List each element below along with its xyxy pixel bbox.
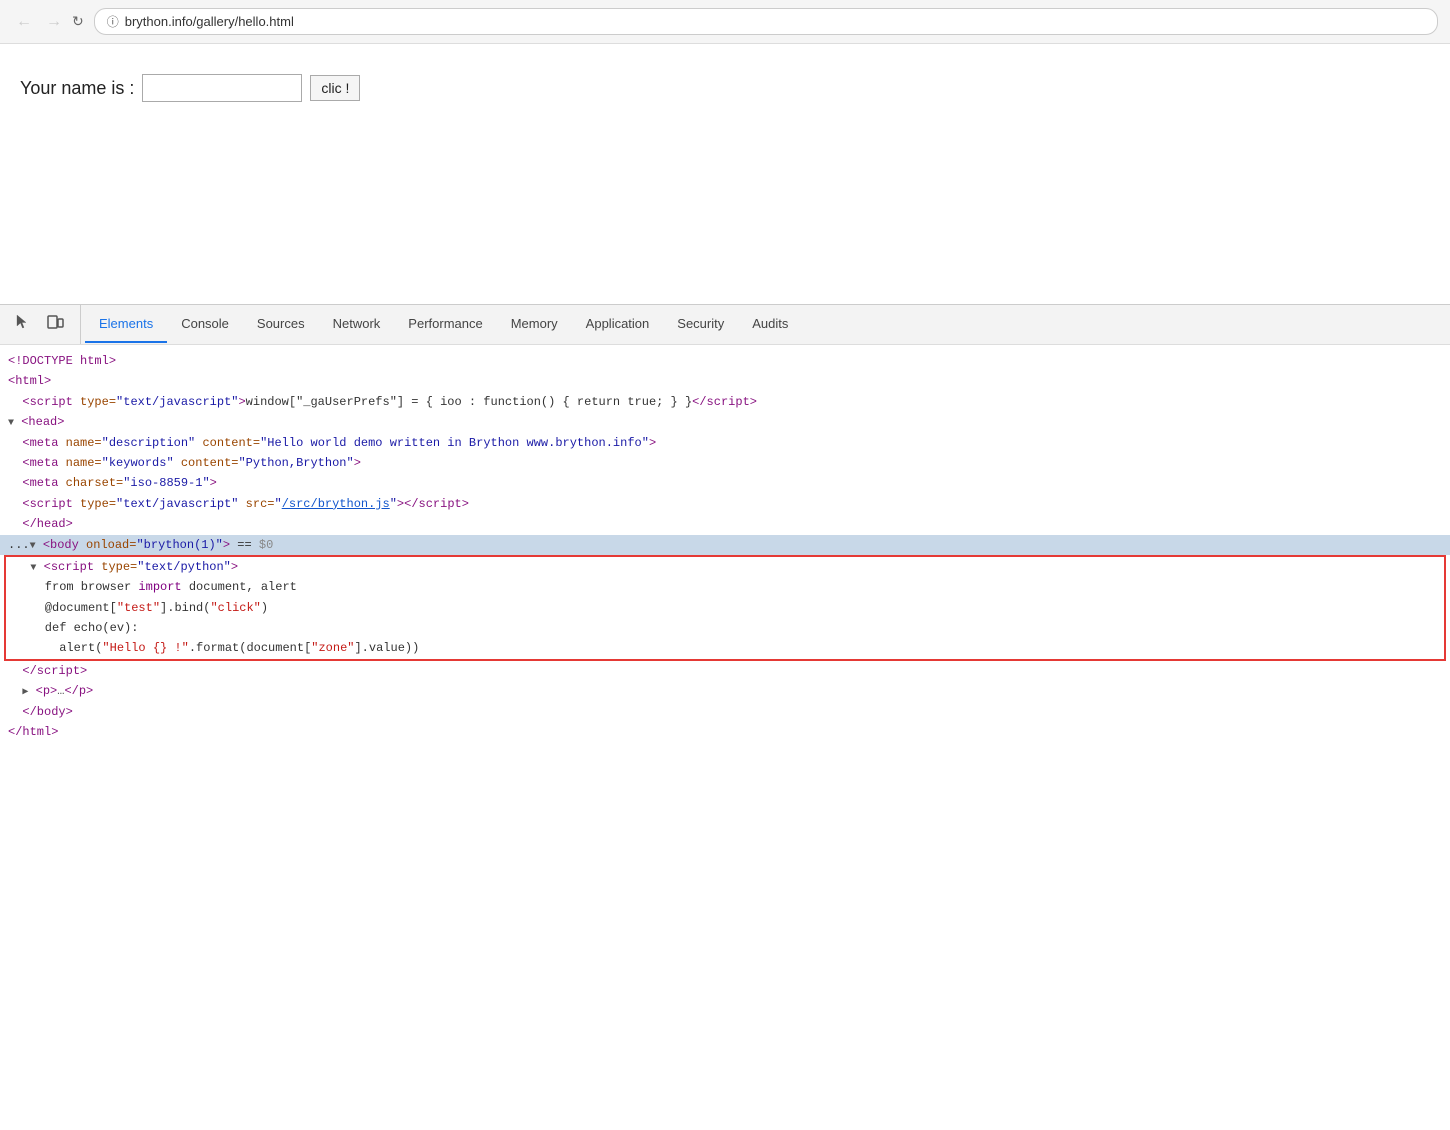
tab-console[interactable]: Console bbox=[167, 306, 243, 343]
url-domain: brython.info bbox=[125, 14, 193, 29]
code-line-meta2: <meta name="keywords" content="Python,Br… bbox=[0, 453, 1450, 473]
code-line-p: ▶ <p>…</p> bbox=[0, 681, 1450, 701]
tab-sources[interactable]: Sources bbox=[243, 306, 319, 343]
browser-chrome: ← → ↻ ⓘ brython.info/gallery/hello.html bbox=[0, 0, 1450, 44]
secure-icon: ⓘ bbox=[107, 13, 119, 30]
url-path: /gallery/hello.html bbox=[193, 14, 294, 29]
forward-button[interactable]: → bbox=[42, 11, 66, 33]
code-line-meta1: <meta name="description" content="Hello … bbox=[0, 433, 1450, 453]
code-line-script-py-open: ▼ <script type="text/python"> bbox=[6, 557, 1444, 577]
tab-security[interactable]: Security bbox=[663, 306, 738, 343]
page-form: Your name is : clic ! bbox=[20, 74, 1430, 102]
address-bar[interactable]: ⓘ brython.info/gallery/hello.html bbox=[94, 8, 1438, 35]
code-line-py1: from browser import document, alert bbox=[6, 577, 1444, 597]
code-line-script2: <script type="text/javascript" src="/src… bbox=[0, 494, 1450, 514]
tab-network[interactable]: Network bbox=[319, 306, 395, 343]
page-content: Your name is : clic ! bbox=[0, 44, 1450, 304]
code-line-head-close: </head> bbox=[0, 514, 1450, 534]
code-line-py3: @document["test"].bind("click") bbox=[6, 598, 1444, 618]
reload-button[interactable]: ↻ bbox=[72, 13, 84, 30]
device-icon-button[interactable] bbox=[40, 305, 70, 344]
code-line-script1: <script type="text/javascript">window["_… bbox=[0, 392, 1450, 412]
code-line-py4: def echo(ev): bbox=[6, 618, 1444, 638]
code-line-html: <html> bbox=[0, 371, 1450, 391]
back-button[interactable]: ← bbox=[12, 11, 36, 33]
tab-audits[interactable]: Audits bbox=[738, 306, 802, 343]
tab-memory[interactable]: Memory bbox=[497, 306, 572, 343]
devtools-icon-group bbox=[8, 305, 81, 344]
devtools-tabs: Elements Console Sources Network Perform… bbox=[85, 306, 802, 343]
code-line-meta3: <meta charset="iso-8859-1"> bbox=[0, 473, 1450, 493]
script-highlight-box: ▼ <script type="text/python"> from brows… bbox=[4, 555, 1446, 661]
devtools-panel: Elements Console Sources Network Perform… bbox=[0, 304, 1450, 748]
cursor-icon-button[interactable] bbox=[8, 305, 38, 344]
tab-application[interactable]: Application bbox=[572, 306, 664, 343]
clic-button[interactable]: clic ! bbox=[310, 75, 360, 101]
tab-elements[interactable]: Elements bbox=[85, 306, 167, 343]
code-line-doctype: <!DOCTYPE html> bbox=[0, 351, 1450, 371]
code-line-py5: alert("Hello {} !".format(document["zone… bbox=[6, 638, 1444, 658]
name-input[interactable] bbox=[142, 74, 302, 102]
form-label: Your name is : bbox=[20, 78, 134, 99]
devtools-code: <!DOCTYPE html> <html> <script type="tex… bbox=[0, 345, 1450, 748]
code-line-html-close: </html> bbox=[0, 722, 1450, 742]
tab-performance[interactable]: Performance bbox=[394, 306, 496, 343]
code-line-body[interactable]: ...▼ <body onload="brython(1)"> == $0 bbox=[0, 535, 1450, 555]
code-line-script-close: </script> bbox=[0, 661, 1450, 681]
code-line-head-open: ▼ <head> bbox=[0, 412, 1450, 432]
code-line-body-close: </body> bbox=[0, 702, 1450, 722]
devtools-toolbar: Elements Console Sources Network Perform… bbox=[0, 305, 1450, 345]
nav-buttons: ← → ↻ bbox=[12, 11, 84, 33]
